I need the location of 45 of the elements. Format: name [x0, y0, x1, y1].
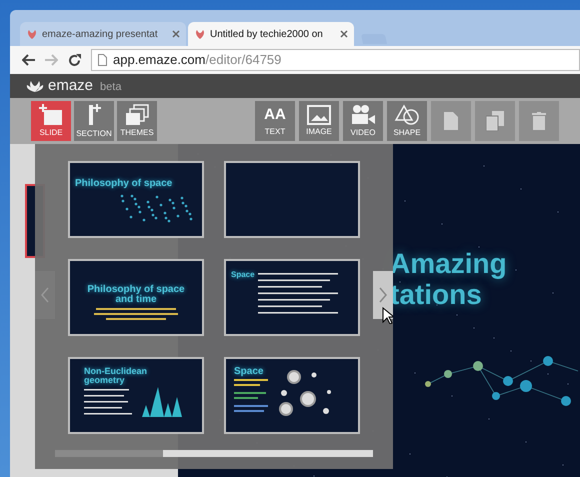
app-logo: emaze	[48, 76, 94, 96]
layers-icon	[125, 104, 149, 126]
toolbar-button[interactable]	[519, 101, 559, 141]
back-icon[interactable]	[22, 54, 35, 66]
tab-title: Untitled by techie2000 on	[210, 28, 324, 42]
toolbar-button[interactable]: SECTION	[74, 101, 114, 141]
page-icon	[98, 54, 107, 66]
flower-icon	[26, 28, 38, 40]
document-icon	[444, 112, 458, 130]
toolbar-button[interactable]: SHAPE	[387, 101, 427, 141]
forward-icon[interactable]	[45, 54, 58, 66]
tab-title: emaze-amazing presentat	[42, 28, 159, 42]
trash-icon	[532, 112, 546, 130]
logo-icon	[26, 79, 44, 93]
flower-icon	[194, 28, 206, 40]
add-section-icon	[86, 102, 102, 126]
browser-tab[interactable]: emaze-amazing presentat	[20, 22, 186, 46]
video-camera-icon	[350, 104, 376, 126]
url-text: app.emaze.com/editor/64759	[113, 51, 282, 70]
beta-label: beta	[100, 80, 122, 95]
toolbar-button[interactable]: VIDEO	[343, 101, 383, 141]
toolbar-button[interactable]	[475, 101, 515, 141]
toolbar-button[interactable]: AA TEXT	[255, 101, 295, 141]
slide-title: Non-Euclidean geometry	[84, 366, 148, 386]
copy-icon	[486, 111, 504, 131]
shapes-icon	[394, 104, 420, 126]
slide-thumbnail[interactable]: Philosophy of space and time	[68, 258, 204, 336]
chevron-left-icon	[41, 287, 49, 303]
close-icon[interactable]	[172, 30, 180, 38]
reload-icon[interactable]	[68, 54, 81, 66]
browser-tab[interactable]: Untitled by techie2000 on	[188, 22, 354, 46]
address-bar[interactable]: app.emaze.com/editor/64759	[91, 49, 580, 71]
slide-title: Philosophy of space and time	[86, 284, 186, 306]
slide-thumbnail[interactable]: Non-Euclidean geometry	[68, 356, 204, 434]
image-icon	[307, 104, 331, 124]
toolbar-button[interactable]: IMAGE	[299, 101, 339, 141]
close-icon[interactable]	[340, 30, 348, 38]
slide-thumbnail[interactable]: Philosophy of space	[68, 160, 204, 238]
toolbar-button[interactable]	[431, 101, 471, 141]
toolbar-button[interactable]: THEMES	[117, 101, 157, 141]
add-slide-icon	[39, 104, 63, 126]
toolbar-button[interactable]: SLIDE	[31, 101, 71, 141]
scrollbar-thumb[interactable]	[55, 450, 164, 457]
previous-arrow-button[interactable]	[35, 271, 55, 319]
slide-title: Philosophy of space	[75, 178, 174, 189]
